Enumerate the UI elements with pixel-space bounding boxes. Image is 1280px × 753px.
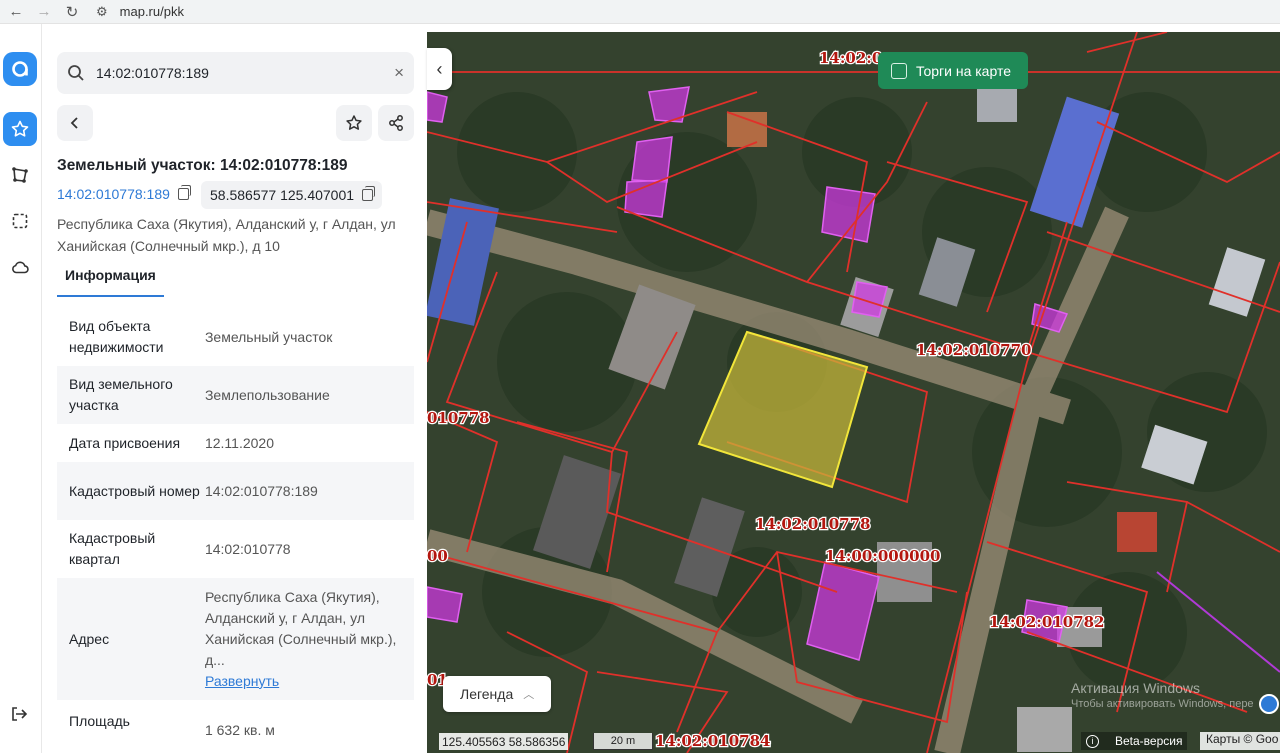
search-box[interactable]: × [57,52,414,94]
info-row: Адрес Республика Саха (Якутия), Алдански… [57,578,414,700]
star-icon [346,115,362,130]
checkbox-icon[interactable] [891,62,907,79]
auctions-toggle[interactable]: Торги на карте [878,52,1028,89]
polygon-icon[interactable] [3,158,37,192]
info-row: Кадастровый номер 14:02:010778:189 [57,462,414,520]
expand-link[interactable]: Развернуть [205,673,279,689]
info-value: 12.11.2020 [204,434,274,451]
legend-label: Легенда [460,686,514,702]
cadastral-label: 14:00:000000 [825,547,940,565]
info-label: Площадь [69,712,130,729]
forward-arrow-icon[interactable]: → [30,2,58,22]
chevron-left-icon: ‹ [436,58,443,79]
info-table: Вид объекта недвижимости Земельный участ… [57,308,414,742]
chevron-left-icon [70,117,78,129]
scale-bar: 20 m [593,733,653,750]
info-row: Кадастровый квартал 14:02:010778 [57,520,414,578]
dashed-square-icon[interactable] [3,204,37,238]
copy-icon[interactable] [362,186,376,201]
cadastral-label: 14:02:010770 [916,341,1031,359]
info-label: Вид объекта недвижимости [69,318,164,355]
back-arrow-icon[interactable]: ← [2,2,30,22]
satellite-imagery: 14:02:0 14:02:010770 010778 14:02:010778… [427,32,1280,753]
info-icon: i [1086,734,1099,748]
cadastral-label: 14:02:010784 [655,732,770,750]
search-input[interactable] [96,65,376,81]
cadastral-number-text: 14:02:010778:189 [57,186,170,202]
location-marker-icon[interactable] [1259,694,1279,714]
page-title: Земельный участок: 14:02:010778:189 [57,157,348,174]
browser-toolbar: ← → ↻ ⚙ map.ru/pkk [0,0,1280,24]
info-value: 14:02:010778:189 [204,482,318,499]
info-label: Дата присвоения [69,434,181,451]
cadastral-label: 00 [427,547,448,565]
coordinates-chip[interactable]: 58.586577 125.407001 [201,181,383,209]
tab-information[interactable]: Информация [57,264,164,297]
cadastral-label: 010778 [427,409,490,427]
map-canvas[interactable]: 14:02:0 14:02:010770 010778 14:02:010778… [427,32,1280,753]
windows-activation-watermark: Активация Windows [1071,680,1201,696]
info-value-address: Республика Саха (Якутия), Алданский у, г… [205,587,402,692]
beta-badge[interactable]: i Beta-версия [1081,732,1188,750]
coordinate-readout: 125.405563 58.586356 [439,733,569,750]
cadastral-number-link[interactable]: 14:02:010778:189 [57,185,191,202]
cadastral-label: 14:02:010782 [989,613,1104,631]
info-value: 14:02:010778 [204,540,291,557]
info-row: Площадь 1 632 кв. м [57,700,414,742]
legend-button[interactable]: Легенда ︿ [443,676,551,712]
app-logo-icon[interactable] [3,52,37,86]
copy-icon[interactable] [177,185,191,200]
windows-activation-subtext: Чтобы активировать Windows, пере [1071,698,1254,710]
back-button[interactable] [57,105,93,141]
search-icon [68,65,84,81]
star-icon[interactable] [3,112,37,146]
collapse-panel-button[interactable]: ‹ [427,48,452,90]
left-rail [0,24,42,753]
info-label: Кадастровый номер [69,482,200,499]
chevron-up-icon: ︿ [523,689,535,701]
auctions-label: Торги на карте [916,62,1011,79]
address-value-text: Республика Саха (Якутия), Алданский у, г… [204,588,397,668]
logout-icon[interactable] [5,700,33,728]
info-row: Вид объекта недвижимости Земельный участ… [57,308,414,366]
address-text: Республика Саха (Якутия), Алданский у, г… [57,216,396,254]
cadastral-label: 14:02:010778 [755,515,870,533]
share-icon [389,115,403,131]
cadastral-label: 14:02:0 [819,49,882,67]
info-value: Земельный участок [204,328,333,345]
beta-label: Beta-версия [1115,734,1183,748]
info-label: Адрес [69,630,110,647]
map-attribution: Карты © Goo [1200,732,1280,750]
info-row: Дата присвоения 12.11.2020 [57,424,414,462]
add-favorite-button[interactable] [336,105,372,141]
info-panel: × Земельный участок: 14:02:010778:189 14… [42,24,427,753]
site-settings-icon[interactable]: ⚙ [96,4,108,20]
coordinates-text: 58.586577 125.407001 [210,187,355,203]
cloud-icon[interactable] [3,250,37,284]
info-label: Кадастровый квартал [69,530,156,567]
info-row: Вид земельного участка Землепользование [57,366,414,424]
address-bar[interactable]: map.ru/pkk [120,4,184,19]
info-label: Вид земельного участка [69,376,173,413]
reload-icon[interactable]: ↻ [58,2,86,22]
share-button[interactable] [378,105,414,141]
info-value: 1 632 кв. м [204,721,275,738]
clear-search-icon[interactable]: × [394,63,404,83]
info-value: Землепользование [204,386,330,403]
